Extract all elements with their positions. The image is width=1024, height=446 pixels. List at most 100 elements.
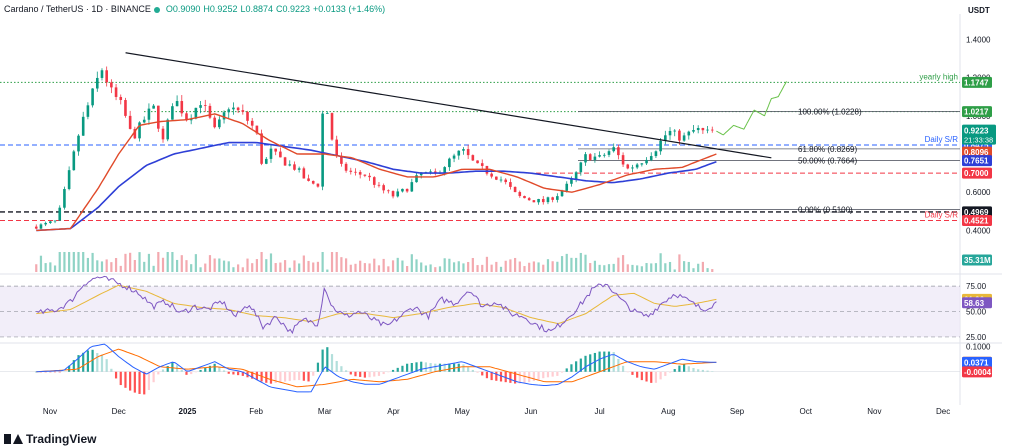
price-tick-label: 1.4000 bbox=[966, 35, 991, 44]
volume-bar bbox=[396, 257, 399, 272]
volume-bar bbox=[227, 261, 230, 272]
volume-bar bbox=[457, 261, 460, 272]
candle-body bbox=[668, 130, 672, 136]
volume-bar bbox=[499, 266, 503, 272]
candle-body bbox=[269, 148, 273, 159]
fib-label: 50.00% (0.7664) bbox=[798, 156, 857, 165]
macd-histogram-bar bbox=[645, 371, 648, 382]
macd-histogram-bar bbox=[63, 371, 66, 373]
macd-histogram-bar bbox=[575, 361, 578, 372]
macd-histogram-bar bbox=[589, 354, 592, 372]
volume-bar bbox=[617, 257, 620, 272]
candle-body bbox=[401, 188, 404, 192]
macd-histogram-bar bbox=[401, 365, 404, 372]
candle-body bbox=[147, 108, 151, 120]
fib-label: 61.80% (0.8269) bbox=[798, 145, 857, 154]
time-tick-label: Oct bbox=[799, 407, 812, 416]
candle-body bbox=[302, 168, 306, 179]
volume-bar bbox=[175, 259, 179, 272]
time-tick-label: Jun bbox=[524, 407, 537, 416]
volume-bar bbox=[82, 252, 85, 272]
macd-histogram-bar bbox=[283, 371, 287, 382]
candle-body bbox=[53, 220, 57, 222]
volume-bar bbox=[645, 263, 648, 272]
volume-bar bbox=[621, 255, 625, 272]
macd-histogram-bar bbox=[58, 371, 61, 373]
volume-bar bbox=[86, 257, 89, 272]
volume-bar bbox=[650, 263, 653, 272]
volume-bar bbox=[307, 260, 310, 272]
candle-body bbox=[311, 180, 315, 184]
macd-histogram-bar bbox=[706, 370, 709, 372]
volume-bar bbox=[208, 255, 212, 272]
volume-bar bbox=[330, 252, 334, 272]
volume-bar bbox=[593, 260, 597, 272]
candle-body bbox=[208, 105, 212, 118]
macd-histogram-bar bbox=[96, 353, 99, 372]
volume-bar bbox=[490, 264, 493, 272]
macd-histogram-bar bbox=[485, 371, 489, 379]
macd-histogram-bar bbox=[114, 371, 118, 379]
macd-histogram-bar bbox=[124, 371, 127, 388]
volume-bar bbox=[476, 265, 479, 272]
volume-bar bbox=[528, 262, 531, 272]
candle-body bbox=[152, 105, 155, 109]
macd-histogram-bar bbox=[185, 371, 188, 375]
volume-bar bbox=[58, 252, 61, 272]
macd-histogram-bar bbox=[147, 371, 151, 391]
macd-histogram-bar bbox=[161, 369, 165, 372]
volume-bar bbox=[138, 252, 141, 272]
current-price-badge: 0.9223 bbox=[964, 127, 989, 136]
macd-histogram-bar bbox=[673, 369, 676, 372]
candle-body bbox=[199, 105, 202, 108]
macd-histogram-bar bbox=[190, 371, 193, 375]
volume-bar bbox=[326, 269, 329, 272]
candle-body bbox=[274, 148, 277, 152]
volume-bar bbox=[340, 257, 343, 272]
candle-body bbox=[673, 130, 677, 132]
candle-body bbox=[588, 154, 592, 160]
volume-bar bbox=[391, 260, 395, 272]
candle-body bbox=[480, 163, 484, 166]
macd-histogram-bar bbox=[410, 362, 413, 372]
candle-body bbox=[462, 149, 465, 151]
volume-bar bbox=[509, 259, 512, 272]
macd-histogram-bar bbox=[420, 361, 423, 372]
candle-body bbox=[570, 179, 573, 184]
volume-bar bbox=[683, 261, 686, 272]
volume-bar bbox=[692, 268, 695, 272]
volume-bar bbox=[49, 262, 52, 272]
volume-bar bbox=[631, 264, 634, 272]
macd-histogram-bar bbox=[636, 371, 639, 378]
volume-bar bbox=[335, 252, 338, 272]
level-badge: 1.0217 bbox=[964, 108, 989, 117]
candle-body bbox=[640, 163, 644, 165]
volume-bar bbox=[180, 255, 183, 272]
candle-body bbox=[349, 170, 353, 172]
macd-badge: -0.0004 bbox=[964, 368, 992, 377]
candle-body bbox=[621, 155, 625, 165]
candle-body bbox=[457, 150, 461, 156]
candle-body bbox=[236, 107, 240, 111]
volume-bar bbox=[283, 260, 287, 272]
candle-body bbox=[565, 183, 569, 191]
volume-bar bbox=[63, 252, 66, 272]
level-label: Daily S/R bbox=[925, 210, 959, 219]
time-tick-label: Feb bbox=[249, 407, 263, 416]
price-tick-label: 0.6000 bbox=[966, 188, 991, 197]
volume-bar bbox=[255, 259, 259, 272]
macd-histogram-bar bbox=[560, 371, 564, 373]
macd-histogram-bar bbox=[232, 371, 235, 375]
candle-body bbox=[382, 185, 385, 191]
candle-body bbox=[659, 140, 662, 152]
candle-body bbox=[584, 154, 587, 163]
macd-histogram-bar bbox=[650, 371, 653, 383]
time-tick-label: Jul bbox=[594, 407, 604, 416]
candle-body bbox=[701, 127, 705, 131]
volume-bar bbox=[377, 265, 381, 272]
macd-histogram-bar bbox=[448, 363, 451, 372]
macd-histogram-bar bbox=[82, 352, 85, 372]
macd-histogram-bar bbox=[382, 371, 385, 375]
price-chart[interactable]: 1.40001.20001.00000.80000.60000.4000year… bbox=[0, 0, 1024, 446]
candle-body bbox=[602, 154, 606, 156]
